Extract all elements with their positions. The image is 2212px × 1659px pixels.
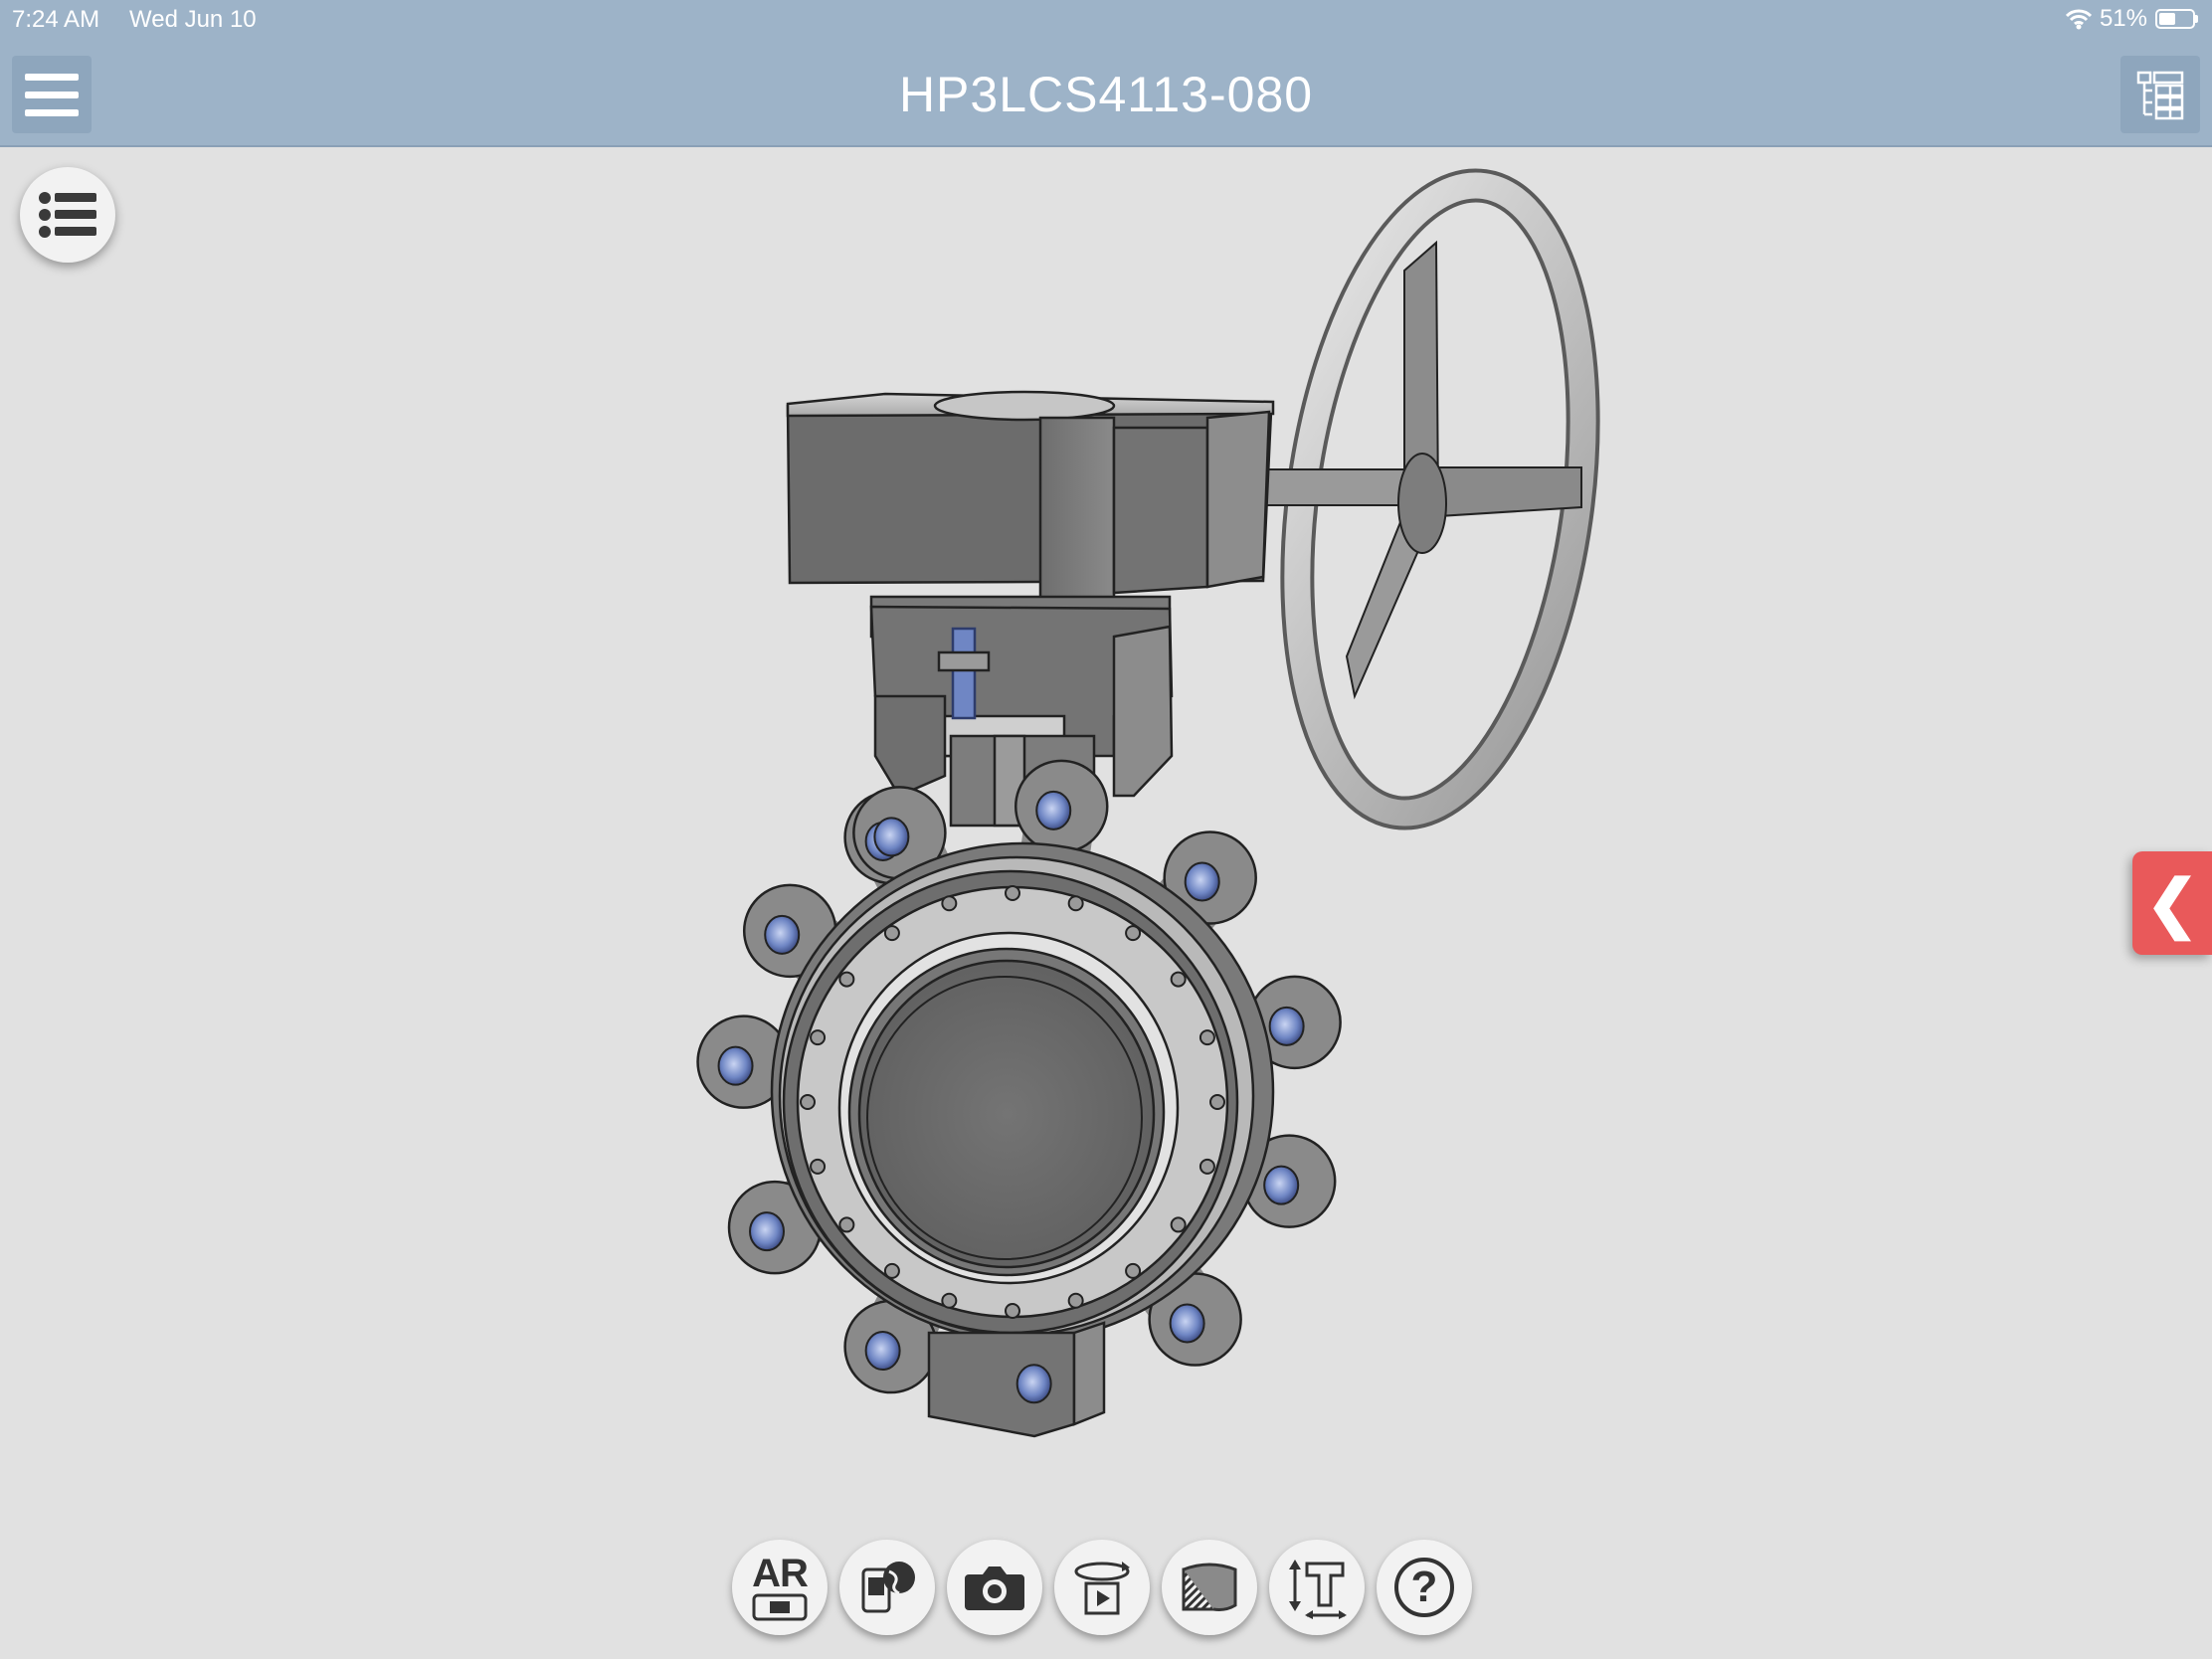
rim-bolt	[941, 1292, 958, 1309]
rim-bolt	[883, 1262, 900, 1279]
camera-icon	[965, 1567, 1024, 1610]
rim-bolt	[1005, 885, 1020, 901]
rim-bolt	[1125, 1262, 1142, 1279]
measure-button[interactable]	[1269, 1540, 1365, 1635]
side-panel-toggle[interactable]: ❮	[2132, 851, 2212, 955]
battery-fill	[2159, 13, 2175, 25]
valve-body	[696, 759, 1342, 1438]
status-time: 7:24 AM	[12, 6, 100, 33]
status-date: Wed Jun 10	[129, 6, 257, 33]
screenshot-button[interactable]	[947, 1540, 1042, 1635]
rim-bolt	[838, 971, 855, 988]
nav-bar: HP3LCS4113-080	[0, 40, 2212, 147]
rim-bolt	[810, 1029, 827, 1046]
rim-bolt	[941, 895, 958, 912]
parts-list-icon	[2136, 71, 2184, 120]
bolt-hole	[873, 817, 910, 857]
bolt-hole	[749, 1211, 786, 1252]
rim-bolt	[1198, 1029, 1215, 1046]
rim-bolt	[838, 1216, 855, 1233]
rotate-animation-button[interactable]	[1054, 1540, 1150, 1635]
battery-icon	[2155, 9, 2198, 29]
help-button[interactable]: ?	[1377, 1540, 1472, 1635]
share-globe-icon	[861, 1562, 915, 1613]
rim-bolt	[800, 1094, 816, 1110]
butterfly-valve-model[interactable]	[0, 149, 2212, 1542]
bolt-hole	[1169, 1303, 1205, 1344]
help-glyph: ?	[1410, 1563, 1438, 1611]
rim-bolt	[883, 925, 900, 942]
bolt-hole	[1035, 790, 1072, 830]
bottom-toolbar: AR ?	[732, 1540, 1472, 1635]
bolt-hole	[1268, 1006, 1305, 1046]
ar-label: AR	[752, 1552, 809, 1595]
rim-bolt	[1198, 1158, 1215, 1175]
3d-viewport[interactable]	[0, 149, 2212, 1542]
status-bar: 7:24 AM Wed Jun 10 51%	[0, 0, 2212, 40]
bolt-hole	[1184, 861, 1220, 902]
bolt-hole	[717, 1045, 754, 1086]
section-view-button[interactable]	[1162, 1540, 1257, 1635]
rim-bolt	[1005, 1303, 1020, 1319]
rim-bolt	[810, 1158, 827, 1175]
rim-bolt	[1125, 925, 1142, 942]
bolt-hole	[1015, 1364, 1052, 1404]
ar-icon	[752, 1593, 808, 1621]
bolt-hole	[864, 1331, 901, 1372]
rim-bolt	[1067, 895, 1084, 912]
battery-percent: 51%	[2099, 5, 2147, 32]
share-button[interactable]	[839, 1540, 935, 1635]
rim-bolt	[1209, 1094, 1225, 1110]
rim-bolt	[1170, 971, 1187, 988]
handwheel	[1244, 168, 1600, 830]
wifi-icon	[2065, 9, 2092, 30]
status-indicators: 51%	[2065, 5, 2198, 33]
bolt-hole	[764, 914, 801, 955]
rim-bolt	[1170, 1216, 1187, 1233]
bolt-hole	[1263, 1165, 1300, 1205]
gear-operator	[786, 390, 1275, 639]
rim-bolt	[1067, 1292, 1084, 1309]
page-title: HP3LCS4113-080	[898, 67, 1314, 122]
ar-button[interactable]: AR	[732, 1540, 828, 1635]
rotate-play-icon	[1074, 1562, 1130, 1615]
cross-section-icon	[1182, 1563, 1237, 1611]
measure-icon	[1289, 1560, 1347, 1619]
parts-list-button[interactable]	[2120, 56, 2200, 133]
